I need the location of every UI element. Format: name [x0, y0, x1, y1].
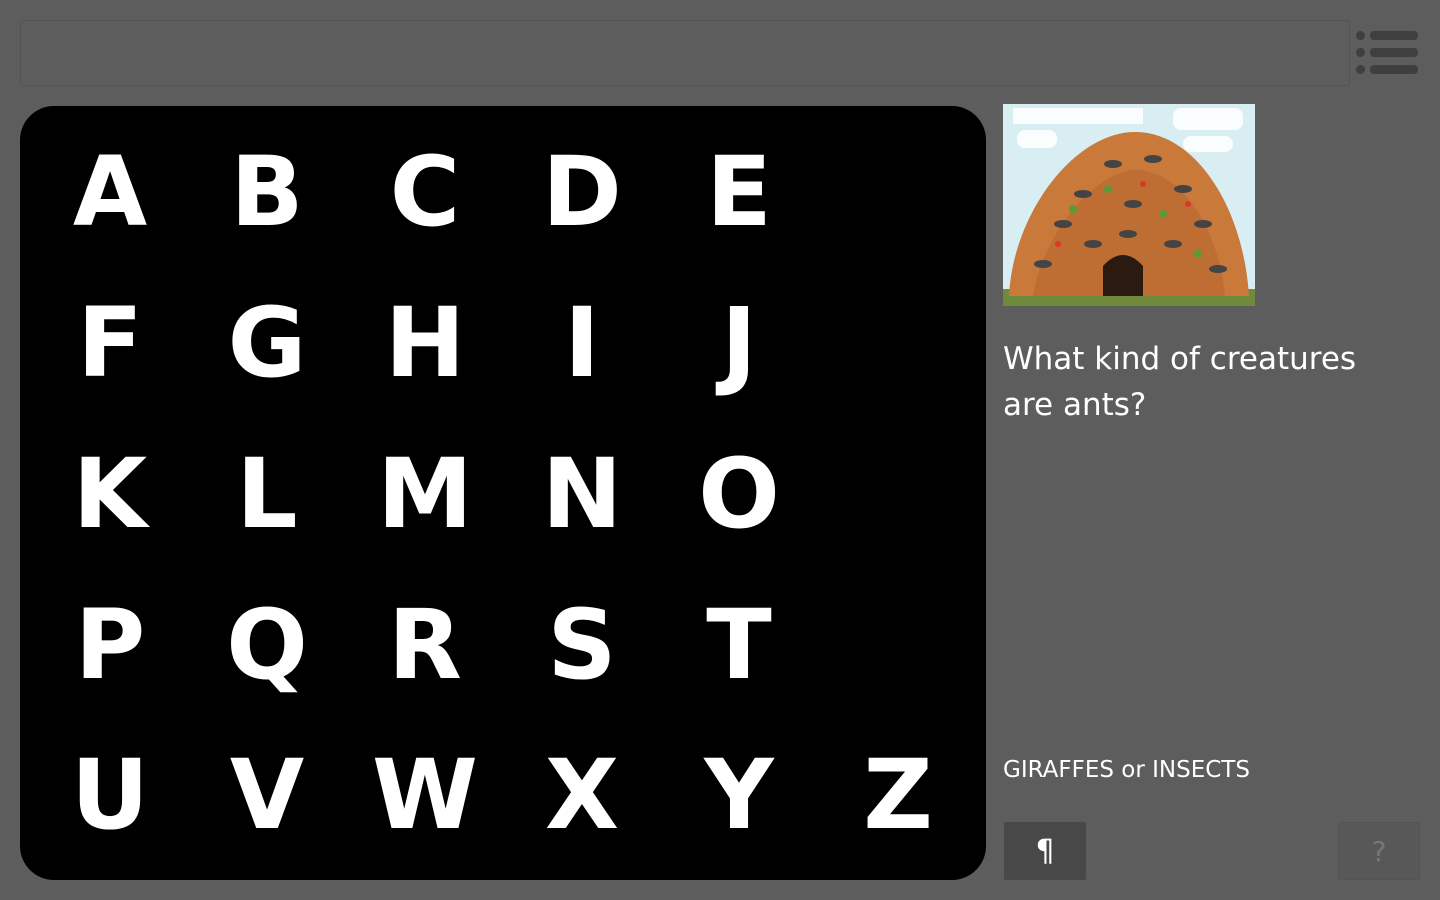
ant-hill-illustration [1003, 104, 1255, 306]
letter-key-r[interactable]: R [365, 585, 485, 705]
letter-key-z[interactable]: Z [838, 735, 958, 855]
letter-key-p[interactable]: P [50, 585, 170, 705]
letter-key-v[interactable]: V [207, 735, 327, 855]
letter-key-o[interactable]: O [679, 434, 799, 554]
letter-key-t[interactable]: T [679, 585, 799, 705]
letter-key-u[interactable]: U [50, 735, 170, 855]
letter-key-f[interactable]: F [50, 283, 170, 403]
letter-key-s[interactable]: S [522, 585, 642, 705]
letter-key-x[interactable]: X [522, 735, 642, 855]
letter-key-k[interactable]: K [50, 434, 170, 554]
letter-key-g[interactable]: G [207, 283, 327, 403]
letter-key-m[interactable]: M [365, 434, 485, 554]
answer-choices: GIRAFFES or INSECTS [1003, 757, 1250, 783]
paragraph-button[interactable]: ¶ [1004, 822, 1086, 880]
letter-key-b[interactable]: B [207, 132, 327, 252]
letter-key-l[interactable]: L [207, 434, 327, 554]
letter-key-a[interactable]: A [50, 132, 170, 252]
question-text: What kind of creatures are ants? [1003, 341, 1357, 423]
letter-key-i[interactable]: I [522, 283, 642, 403]
letter-key-d[interactable]: D [522, 132, 642, 252]
letter-key-j[interactable]: J [679, 283, 799, 403]
letter-board: ABCDE FGHIJ KLMNO PQRST UVWXYZ [20, 106, 986, 880]
help-button[interactable]: ? [1338, 822, 1420, 880]
letter-key-n[interactable]: N [522, 434, 642, 554]
list-menu-icon[interactable] [1356, 28, 1418, 78]
letter-key-q[interactable]: Q [207, 585, 327, 705]
letter-key-y[interactable]: Y [679, 735, 799, 855]
letter-key-w[interactable]: W [365, 735, 485, 855]
letter-key-h[interactable]: H [365, 283, 485, 403]
letter-key-c[interactable]: C [365, 132, 485, 252]
letter-key-e[interactable]: E [679, 132, 799, 252]
top-bar [20, 20, 1350, 86]
